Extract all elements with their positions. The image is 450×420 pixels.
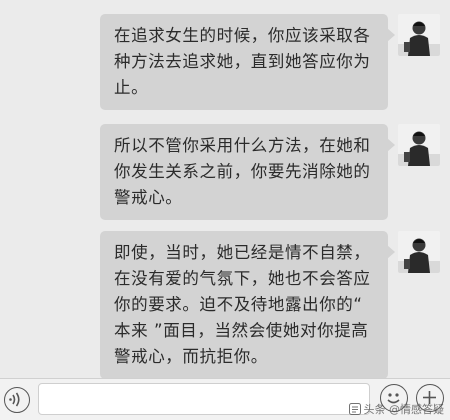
watermark: 头条 @情感答疑	[348, 401, 445, 417]
message-input[interactable]	[38, 383, 370, 415]
message-row: 所以不管你采用什么方法，在她和 你发生关系之前，你要先消除她的 警戒心。	[100, 124, 440, 220]
voice-icon[interactable]	[4, 387, 30, 413]
message-bubble[interactable]: 即使，当时，她已经是情不自禁， 在没有爱的气氛下，她也不会答应 你的要求。迫不及…	[100, 231, 395, 379]
watermark-text: 头条 @情感答疑	[363, 403, 445, 416]
message-row: 在追求女生的时候，你应该采取各 种方法去追求她，直到她答应你为 止。	[100, 14, 440, 110]
chat-area: 在追求女生的时候，你应该采取各 种方法去追求她，直到她答应你为 止。 所以不管你…	[0, 0, 450, 379]
user-avatar-icon[interactable]	[398, 124, 440, 166]
message-row: 即使，当时，她已经是情不自禁， 在没有爱的气氛下，她也不会答应 你的要求。迫不及…	[100, 231, 440, 379]
message-bubble[interactable]: 在追求女生的时候，你应该采取各 种方法去追求她，直到她答应你为 止。	[100, 14, 395, 110]
chat-input-bar: 头条 @情感答疑	[0, 378, 450, 420]
user-avatar-icon[interactable]	[398, 14, 440, 56]
user-avatar-icon[interactable]	[398, 231, 440, 273]
message-bubble[interactable]: 所以不管你采用什么方法，在她和 你发生关系之前，你要先消除她的 警戒心。	[100, 124, 395, 220]
toutiao-logo-icon	[348, 403, 361, 415]
